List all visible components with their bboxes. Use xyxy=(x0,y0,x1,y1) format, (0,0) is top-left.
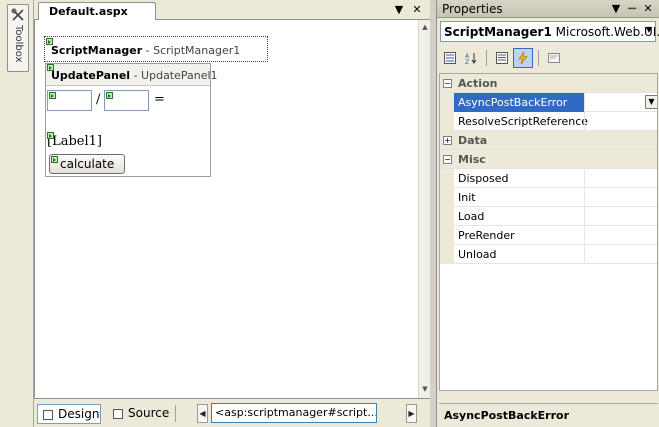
property-grid: − Action AsyncPostBackError ▼ ResolveScr… xyxy=(439,73,658,391)
updatepanel-caption: UpdatePanel - UpdatePanel1 xyxy=(51,69,218,82)
toolbox-strip: Toolbox xyxy=(0,0,34,427)
divide-symbol: / xyxy=(96,92,101,107)
property-value[interactable] xyxy=(584,188,657,207)
property-value[interactable] xyxy=(584,169,657,188)
row-gutter xyxy=(440,207,454,226)
separator xyxy=(538,50,539,66)
label1-control[interactable]: [Label1] xyxy=(47,132,102,149)
close-icon[interactable]: ✕ xyxy=(641,2,655,16)
property-disposed[interactable]: Disposed xyxy=(440,169,657,188)
row-gutter xyxy=(440,93,454,112)
property-asyncpostbackerror[interactable]: AsyncPostBackError ▼ xyxy=(440,93,657,112)
category-data[interactable]: + Data xyxy=(440,131,657,150)
window-position-icon[interactable]: ▼ xyxy=(392,3,406,17)
design-surface[interactable]: ScriptManager - ScriptManager1 UpdatePan… xyxy=(34,20,418,398)
property-pages-button[interactable] xyxy=(544,48,564,68)
property-value[interactable] xyxy=(584,207,657,226)
lightning-icon xyxy=(518,52,528,64)
properties-title: Properties xyxy=(442,2,503,16)
row-gutter xyxy=(440,245,454,264)
calculate-button-label: calculate xyxy=(60,157,115,171)
collapse-icon[interactable]: − xyxy=(443,155,452,164)
server-control-glyph-icon xyxy=(47,132,54,139)
property-load[interactable]: Load xyxy=(440,207,657,226)
toolbox-icon xyxy=(11,8,24,21)
property-init[interactable]: Init xyxy=(440,188,657,207)
document-window: Default.aspx ▼ ✕ ScriptManager - ScriptM… xyxy=(34,0,430,427)
vertical-scrollbar[interactable]: ▲ ▼ xyxy=(418,20,430,398)
scroll-down-icon[interactable]: ▼ xyxy=(421,385,429,393)
document-tabbar: Default.aspx ▼ ✕ xyxy=(34,0,430,21)
equals-symbol: = xyxy=(154,92,165,107)
source-view-label: Source xyxy=(128,406,170,420)
property-pages-icon xyxy=(548,53,560,63)
expand-icon[interactable]: + xyxy=(443,136,452,145)
properties-list-icon xyxy=(496,52,508,64)
row-gutter xyxy=(440,188,454,207)
design-view-button[interactable]: Design xyxy=(37,404,101,424)
textbox-operand-1[interactable] xyxy=(47,90,92,111)
tab-default-aspx[interactable]: Default.aspx xyxy=(38,2,156,21)
properties-window: Properties ▼ ᅲ ✕ ScriptManager1 Microsof… xyxy=(436,0,659,427)
events-button[interactable] xyxy=(513,48,533,68)
source-view-button[interactable]: Source xyxy=(108,404,170,424)
row-gutter xyxy=(440,112,454,131)
server-control-glyph-icon xyxy=(106,92,113,99)
view-bar: Design Source ◀ <asp:scriptmanager#scrip… xyxy=(34,398,430,427)
scriptmanager-control[interactable]: ScriptManager - ScriptManager1 xyxy=(44,36,268,62)
separator xyxy=(486,50,487,66)
categorized-icon xyxy=(444,52,456,64)
object-selector[interactable]: ScriptManager1 Microsoft.Web.UI.Sc ▼ xyxy=(440,21,659,42)
label1-text: [Label1] xyxy=(47,134,102,149)
alphabetical-icon: A Z xyxy=(465,53,477,64)
property-description: AsyncPostBackError xyxy=(439,403,658,427)
property-value[interactable] xyxy=(584,245,657,264)
property-value[interactable] xyxy=(584,226,657,245)
tag-breadcrumb[interactable]: <asp:scriptmanager#script...> xyxy=(211,403,377,423)
properties-titlebar: Properties ▼ ᅲ ✕ xyxy=(437,0,659,18)
svg-text:Z: Z xyxy=(465,59,469,64)
source-view-icon xyxy=(113,409,123,419)
separator xyxy=(175,405,176,422)
collapse-icon[interactable]: − xyxy=(443,79,452,88)
pin-icon[interactable]: ᅲ xyxy=(625,2,639,16)
property-value[interactable]: ▼ xyxy=(584,93,657,112)
calculate-button[interactable]: calculate xyxy=(49,154,125,174)
properties-toolbar: A Z xyxy=(440,46,656,70)
updatepanel-header: UpdatePanel - UpdatePanel1 xyxy=(46,64,218,86)
property-resolvescriptreference[interactable]: ResolveScriptReference xyxy=(440,112,657,131)
server-control-glyph-icon xyxy=(49,92,56,99)
scriptmanager-caption: ScriptManager - ScriptManager1 xyxy=(51,44,241,57)
scroll-up-icon[interactable]: ▲ xyxy=(421,23,429,31)
design-view-label: Design xyxy=(58,407,100,421)
row-gutter xyxy=(440,226,454,245)
window-position-icon[interactable]: ▼ xyxy=(609,2,623,16)
design-view-icon xyxy=(43,410,53,420)
categorized-button[interactable] xyxy=(440,48,460,68)
updatepanel-control[interactable]: UpdatePanel - UpdatePanel1 / = [Label1] … xyxy=(45,63,218,177)
object-selector-text: ScriptManager1 Microsoft.Web.UI.Sc xyxy=(444,25,659,39)
property-description-title: AsyncPostBackError xyxy=(444,409,569,422)
close-icon[interactable]: ✕ xyxy=(410,3,424,17)
toolbox-tab[interactable]: Toolbox xyxy=(7,4,29,72)
property-value[interactable] xyxy=(584,112,657,131)
tag-nav-left-icon[interactable]: ◀ xyxy=(197,404,208,423)
property-prerender[interactable]: PreRender xyxy=(440,226,657,245)
property-unload[interactable]: Unload xyxy=(440,245,657,264)
alphabetical-button[interactable]: A Z xyxy=(461,48,481,68)
tag-nav-right-icon[interactable]: ▶ xyxy=(406,404,417,423)
category-action[interactable]: − Action xyxy=(440,74,657,93)
properties-button[interactable] xyxy=(492,48,512,68)
toolbox-label: Toolbox xyxy=(13,25,24,63)
row-gutter xyxy=(440,169,454,188)
chevron-down-icon[interactable]: ▼ xyxy=(644,25,654,34)
server-control-glyph-icon xyxy=(51,156,58,163)
textbox-operand-2[interactable] xyxy=(104,90,149,111)
chevron-down-icon[interactable]: ▼ xyxy=(645,95,657,109)
category-misc[interactable]: − Misc xyxy=(440,150,657,169)
